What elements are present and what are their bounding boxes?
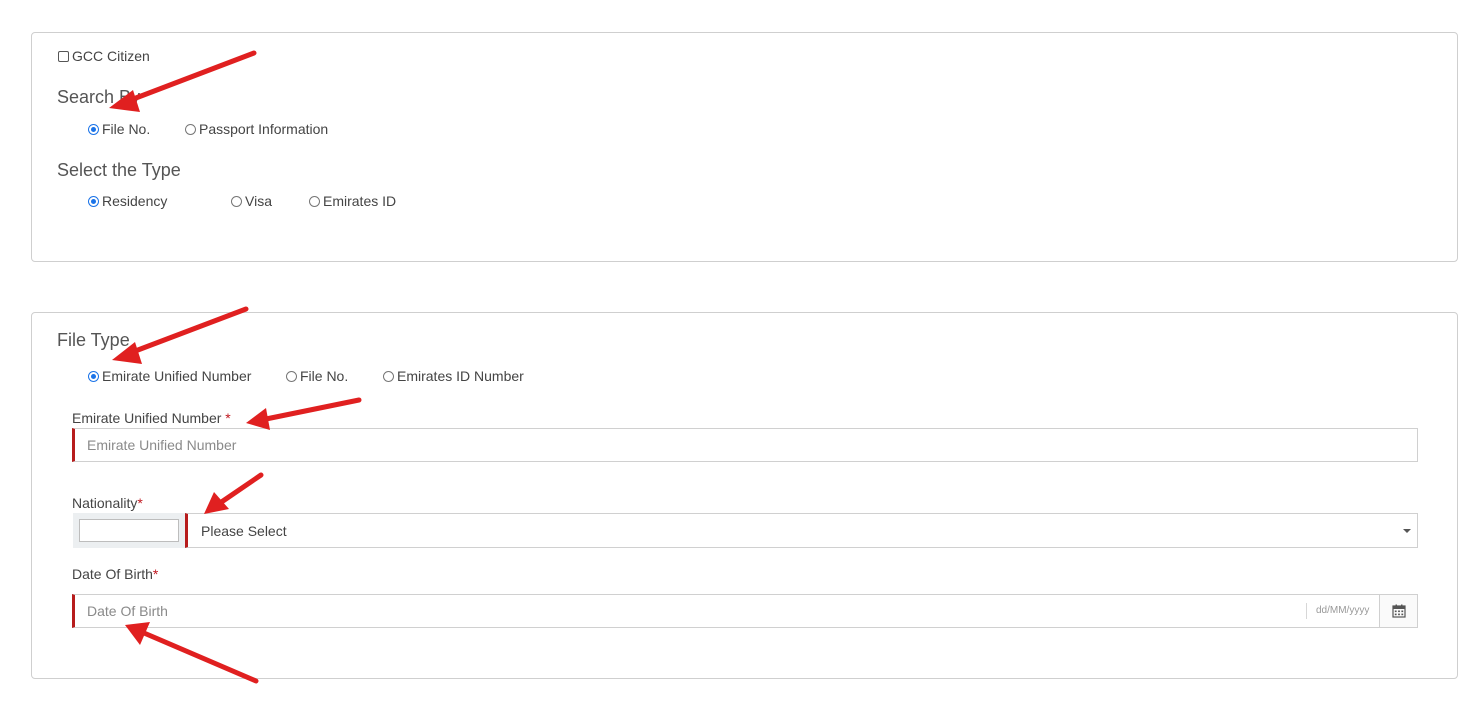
nationality-label-text: Nationality xyxy=(72,495,138,511)
type-emirates-id-label: Emirates ID xyxy=(323,193,397,209)
search-by-passport-option[interactable]: Passport Information xyxy=(185,122,328,136)
dob-required-mark: * xyxy=(152,566,159,582)
caret-down-icon xyxy=(1403,529,1411,533)
file-type-file-no-label: File No. xyxy=(300,368,349,384)
type-visa-option[interactable]: Visa xyxy=(231,194,272,208)
unified-number-label: Emirate Unified Number * xyxy=(72,411,231,425)
nationality-code-input[interactable] xyxy=(79,519,179,542)
dob-input[interactable] xyxy=(75,595,1305,627)
dob-label: Date Of Birth* xyxy=(72,567,158,581)
nationality-select[interactable]: Please Select xyxy=(185,513,1418,548)
dob-format-hint: dd/MM/yyyy xyxy=(1316,605,1370,616)
search-by-file-no-label: File No. xyxy=(102,121,151,137)
search-by-passport-radio[interactable] xyxy=(185,123,196,135)
type-residency-radio[interactable] xyxy=(88,195,99,207)
nationality-selected-value: Please Select xyxy=(201,522,287,539)
nationality-required-mark: * xyxy=(137,495,143,511)
dob-label-text: Date Of Birth xyxy=(72,566,153,582)
gcc-citizen-label: GCC Citizen xyxy=(72,48,150,64)
file-type-emirates-id-option[interactable]: Emirates ID Number xyxy=(383,369,524,383)
file-type-unified-radio[interactable] xyxy=(88,370,99,382)
gcc-citizen-option[interactable]: GCC Citizen xyxy=(58,49,150,63)
dob-field: dd/MM/yyyy xyxy=(72,594,1418,628)
type-emirates-id-radio[interactable] xyxy=(309,195,320,207)
file-type-unified-option[interactable]: Emirate Unified Number xyxy=(88,369,251,383)
search-by-file-no-option[interactable]: File No. xyxy=(88,122,150,136)
gcc-citizen-checkbox[interactable] xyxy=(58,50,69,62)
file-type-heading: File Type xyxy=(57,330,130,350)
nationality-label: Nationality* xyxy=(72,496,143,510)
unified-number-input[interactable] xyxy=(72,428,1418,462)
file-type-emirates-id-radio[interactable] xyxy=(383,370,394,382)
select-type-heading: Select the Type xyxy=(57,160,181,180)
file-type-file-no-option[interactable]: File No. xyxy=(286,369,348,383)
type-visa-radio[interactable] xyxy=(231,195,242,207)
calendar-icon xyxy=(1391,604,1406,618)
type-residency-label: Residency xyxy=(102,193,168,209)
file-type-emirates-id-label: Emirates ID Number xyxy=(397,368,524,384)
unified-number-required-mark: * xyxy=(225,410,231,426)
nationality-code-addon xyxy=(73,513,185,548)
file-type-unified-label: Emirate Unified Number xyxy=(102,368,252,384)
file-details-panel: File Type Emirate Unified Number File No… xyxy=(31,312,1458,679)
type-emirates-id-option[interactable]: Emirates ID xyxy=(309,194,396,208)
dob-divider xyxy=(1306,603,1307,619)
calendar-button[interactable] xyxy=(1379,595,1417,627)
search-by-file-no-radio[interactable] xyxy=(88,123,99,135)
search-by-heading: Search By xyxy=(57,87,141,107)
search-by-passport-label: Passport Information xyxy=(199,121,329,137)
type-residency-option[interactable]: Residency xyxy=(88,194,167,208)
search-options-panel: GCC Citizen Search By File No. Passport … xyxy=(31,32,1458,262)
type-visa-label: Visa xyxy=(245,193,272,209)
file-type-file-no-radio[interactable] xyxy=(286,370,297,382)
unified-number-label-text: Emirate Unified Number xyxy=(72,410,222,426)
